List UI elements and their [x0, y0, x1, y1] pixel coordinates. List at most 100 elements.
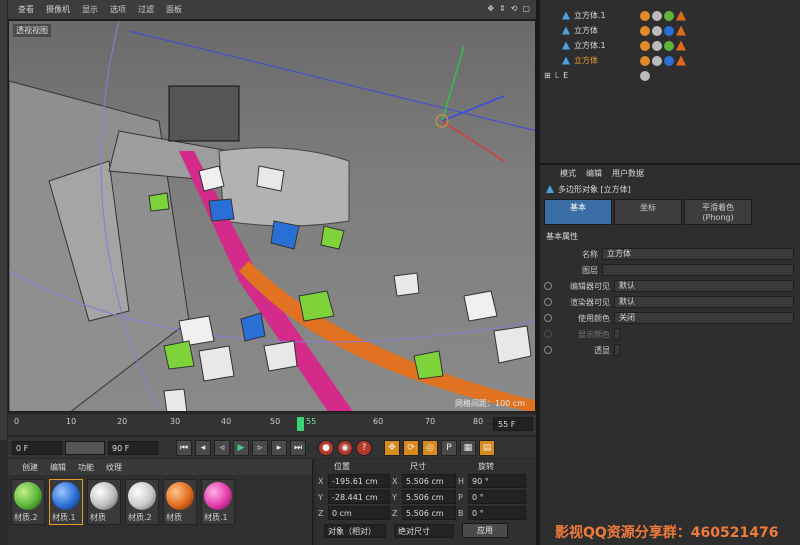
object-row[interactable]: ⊞ L E	[540, 68, 800, 83]
mat-tab-function[interactable]: 功能	[78, 462, 94, 472]
menu-view[interactable]: 查看	[18, 4, 34, 15]
attr-menu-edit[interactable]: 编辑	[586, 168, 602, 179]
prev-key-icon[interactable]: ◂	[195, 439, 211, 456]
menu-options[interactable]: 选项	[110, 4, 126, 15]
position-y-field[interactable]: -28.441 cm	[328, 490, 390, 504]
object-row[interactable]: 立方体	[540, 23, 800, 38]
editor-visible-select[interactable]: 默认	[614, 280, 794, 292]
use-color-select[interactable]: 关闭	[614, 312, 794, 324]
material-tag-icon[interactable]	[640, 70, 650, 81]
layer-field[interactable]	[602, 264, 794, 276]
tab-basic[interactable]: 基本	[544, 199, 612, 225]
apply-button[interactable]: 应用	[462, 523, 508, 538]
size-y-field[interactable]: 5.506 cm	[402, 490, 456, 504]
range-slider[interactable]	[65, 440, 105, 455]
object-row-selected[interactable]: 立方体	[540, 53, 800, 68]
radio-icon[interactable]	[544, 314, 552, 322]
timeline-tick: 80	[473, 417, 484, 426]
end-frame-field[interactable]: 90 F	[108, 440, 158, 455]
material-swatch[interactable]: 材质.2	[125, 479, 159, 525]
timeline[interactable]: 0 10 20 30 40 50 60 70 80 90 55 55 F	[8, 413, 536, 435]
material-tag-icon[interactable]	[652, 25, 662, 36]
tag-icon[interactable]	[640, 55, 650, 66]
radio-icon[interactable]	[544, 282, 552, 290]
move-key-icon[interactable]: ✥	[384, 439, 400, 456]
phong-tag-icon[interactable]	[676, 40, 686, 51]
material-swatch[interactable]: 材质.1	[49, 479, 83, 525]
timeline-tick: 0	[14, 417, 20, 426]
current-frame-field[interactable]: 55 F	[493, 417, 533, 431]
expand-icon[interactable]: ⊞	[544, 71, 551, 80]
menu-filter[interactable]: 过滤	[138, 4, 154, 15]
render-visible-select[interactable]: 默认	[614, 296, 794, 308]
perspective-viewport[interactable]: 透视视图 网格间距：100 cm	[8, 20, 536, 412]
maximize-view-icon[interactable]: ▢	[522, 4, 530, 13]
attr-menu-userdata[interactable]: 用户数据	[612, 168, 644, 179]
material-tag-icon[interactable]	[664, 10, 674, 21]
object-name: 立方体	[574, 26, 598, 35]
mat-tab-texture[interactable]: 纹理	[106, 462, 122, 472]
phong-tag-icon[interactable]	[676, 25, 686, 36]
keyframe-help-icon[interactable]: ?	[356, 439, 372, 456]
grid-key-icon[interactable]: ▦	[460, 439, 476, 456]
name-field[interactable]: 立方体	[602, 248, 794, 260]
material-tag-icon[interactable]	[664, 25, 674, 36]
phong-tag-icon[interactable]	[676, 10, 686, 21]
rotation-b-field[interactable]: 0 °	[468, 506, 526, 520]
size-x-field[interactable]: 5.506 cm	[402, 474, 456, 488]
material-tag-icon[interactable]	[664, 40, 674, 51]
prop-row: 渲染器可见 默认	[540, 294, 800, 310]
material-tag-icon[interactable]	[652, 40, 662, 51]
size-z-field[interactable]: 5.506 cm	[402, 506, 456, 520]
attribute-manager: 模式 编辑 用户数据 多边形对象 [立方体] 基本 坐标 平滑着色(Phong)…	[540, 163, 800, 545]
playhead[interactable]	[297, 417, 304, 431]
timeline-icon[interactable]: ▤	[479, 439, 495, 456]
tab-coord[interactable]: 坐标	[614, 199, 682, 225]
xray-checkbox[interactable]	[614, 344, 620, 356]
material-tag-icon[interactable]	[652, 10, 662, 21]
object-row[interactable]: 立方体.1	[540, 8, 800, 23]
mat-tab-edit[interactable]: 编辑	[50, 462, 66, 472]
material-swatch[interactable]: 材质	[87, 479, 121, 525]
tag-icon[interactable]	[640, 10, 650, 21]
goto-end-icon[interactable]: ⏭	[290, 439, 306, 456]
material-swatch[interactable]: 材质	[163, 479, 197, 525]
next-key-icon[interactable]: ▸	[271, 439, 287, 456]
attr-menu-mode[interactable]: 模式	[560, 168, 576, 179]
rotate-key-icon[interactable]: ⟳	[403, 439, 419, 456]
display-color-swatch[interactable]	[614, 328, 620, 340]
position-z-field[interactable]: 0 cm	[328, 506, 390, 520]
tag-icon[interactable]	[640, 40, 650, 51]
radio-icon[interactable]	[544, 298, 552, 306]
rotation-h-field[interactable]: 90 °	[468, 474, 526, 488]
material-tag-icon[interactable]	[664, 55, 674, 66]
object-row[interactable]: 立方体.1	[540, 38, 800, 53]
menu-camera[interactable]: 摄像机	[46, 4, 70, 15]
mat-tab-create[interactable]: 创建	[22, 462, 38, 472]
goto-start-icon[interactable]: ⏮	[176, 439, 192, 456]
tag-icon[interactable]	[640, 25, 650, 36]
auto-key-icon[interactable]: ◉	[337, 439, 353, 456]
record-icon[interactable]: ●	[318, 439, 334, 456]
move-view-icon[interactable]: ✥	[487, 4, 494, 13]
prev-frame-icon[interactable]: ◃	[214, 439, 230, 456]
tab-phong[interactable]: 平滑着色(Phong)	[684, 199, 752, 225]
material-swatch[interactable]: 材质.2	[11, 479, 45, 525]
zoom-view-icon[interactable]: ⇕	[499, 4, 506, 13]
position-x-field[interactable]: -195.61 cm	[328, 474, 390, 488]
rotation-p-field[interactable]: 0 °	[468, 490, 526, 504]
size-mode-select[interactable]: 绝对尺寸	[394, 523, 454, 538]
param-key-icon[interactable]: P	[441, 439, 457, 456]
material-tag-icon[interactable]	[652, 55, 662, 66]
next-frame-icon[interactable]: ▹	[252, 439, 268, 456]
play-icon[interactable]: ▶	[233, 439, 249, 456]
scale-key-icon[interactable]: ◎	[422, 439, 438, 456]
rotate-view-icon[interactable]: ⟲	[511, 4, 518, 13]
phong-tag-icon[interactable]	[676, 55, 686, 66]
radio-icon[interactable]	[544, 346, 552, 354]
menu-display[interactable]: 显示	[82, 4, 98, 15]
material-swatch[interactable]: 材质.1	[201, 479, 235, 525]
menu-panel[interactable]: 面板	[166, 4, 182, 15]
coord-mode-select[interactable]: 对象（相对）	[324, 523, 386, 538]
start-frame-field[interactable]: 0 F	[12, 440, 62, 455]
